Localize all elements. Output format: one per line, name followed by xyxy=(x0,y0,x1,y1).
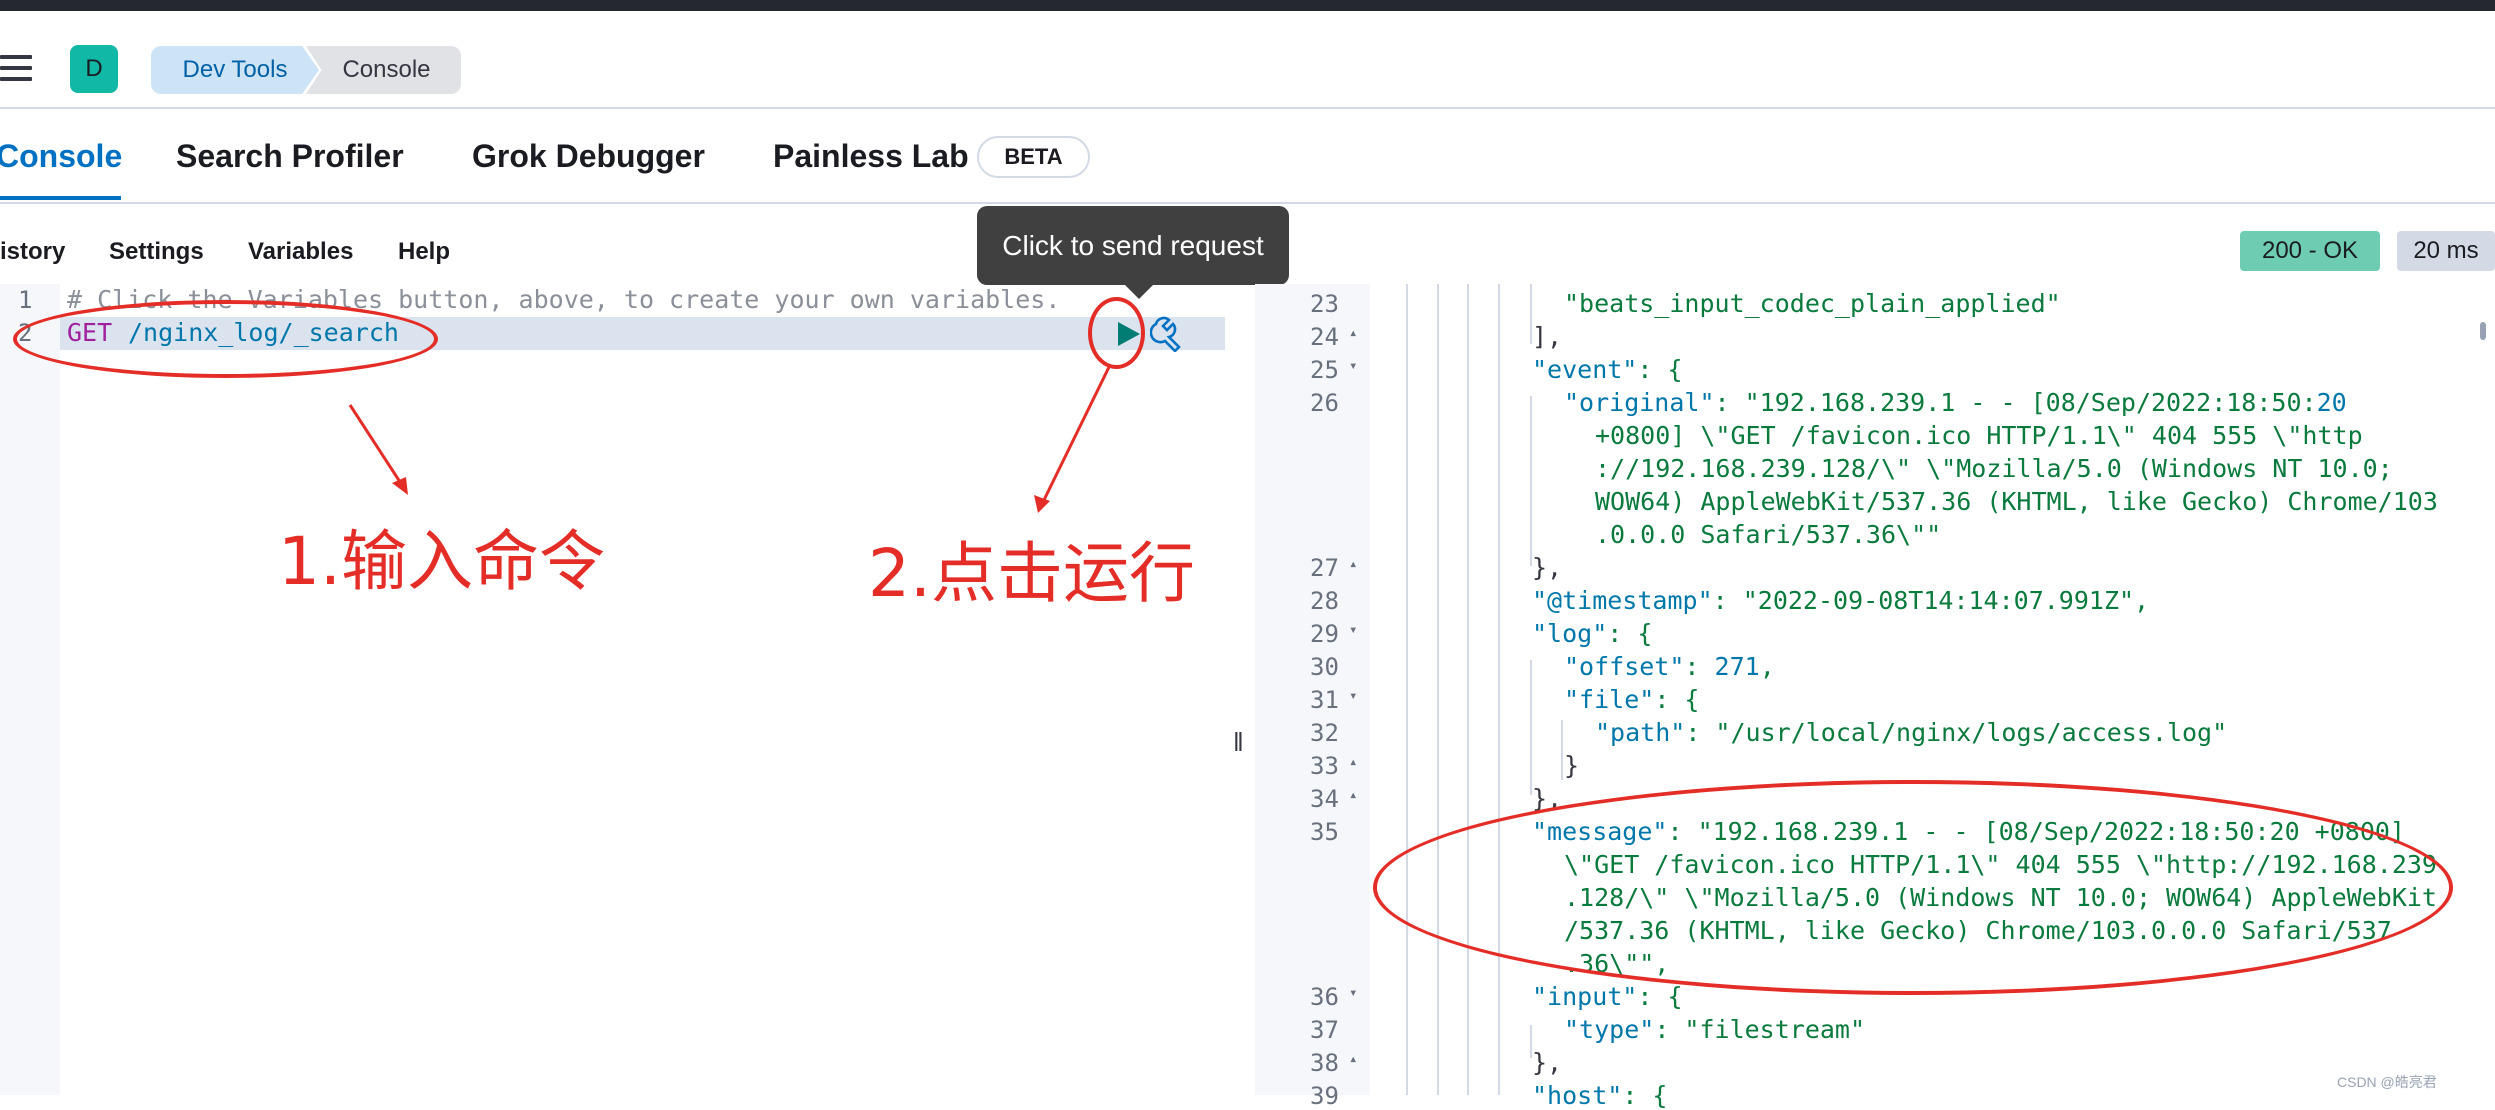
output-line-number: 25 xyxy=(1310,356,1339,384)
output-code-line: "path": "/usr/local/nginx/logs/access.lo… xyxy=(1595,718,2228,747)
beta-badge: BETA xyxy=(977,136,1090,178)
fold-toggle-icon[interactable]: ▾ xyxy=(1349,622,1357,638)
tab-grok-debugger[interactable]: Grok Debugger xyxy=(472,138,705,175)
fold-toggle-icon[interactable]: ▴ xyxy=(1349,1051,1357,1067)
annotation-arrow-1 xyxy=(348,404,408,495)
toolbar-variables[interactable]: Variables xyxy=(248,238,353,266)
output-code-line: "input": { xyxy=(1532,982,1683,1011)
indent-guide xyxy=(1498,284,1500,1095)
top-dark-bar xyxy=(0,0,2495,11)
output-line-number: 30 xyxy=(1310,653,1339,681)
output-line-number: 37 xyxy=(1310,1016,1339,1044)
annotation-step2-text: 2.点击运行 xyxy=(868,535,1195,612)
fold-toggle-icon[interactable]: ▴ xyxy=(1349,556,1357,572)
tab-search-profiler[interactable]: Search Profiler xyxy=(176,138,404,175)
line-number: 1 xyxy=(18,286,33,314)
output-code-line: "original": "192.168.239.1 - - [08/Sep/2… xyxy=(1564,388,2347,417)
send-request-tooltip: Click to send request xyxy=(977,206,1289,299)
tab-console[interactable]: Console xyxy=(0,138,122,175)
output-code-line: } xyxy=(1564,751,1580,780)
indent-guide xyxy=(1530,660,1532,795)
output-code-line: "offset": 271, xyxy=(1564,652,1775,681)
output-code-line: "beats_input_codec_plain_applied" xyxy=(1564,289,2061,318)
toolbar-settings[interactable]: Settings xyxy=(109,238,204,266)
output-line-number: 31 xyxy=(1310,686,1339,714)
output-line-number: 23 xyxy=(1310,290,1339,318)
output-code-line: }, xyxy=(1532,553,1563,582)
fold-toggle-icon[interactable]: ▴ xyxy=(1349,787,1357,803)
output-code-line: ://192.168.239.128/\" \"Mozilla/5.0 (Win… xyxy=(1595,454,2393,483)
output-code-line: "log": { xyxy=(1532,619,1653,648)
editor-gutter xyxy=(0,284,60,1095)
output-line-number: 34 xyxy=(1310,785,1339,813)
breadcrumb-dev-tools[interactable]: Dev Tools xyxy=(151,46,319,94)
output-code-line: "type": "filestream" xyxy=(1564,1015,1866,1044)
annotation-arrow-2 xyxy=(1034,364,1112,513)
output-code-line: "file": { xyxy=(1564,685,1700,714)
active-tab-indicator xyxy=(0,196,121,200)
wrench-icon[interactable] xyxy=(1150,316,1188,352)
splitter-handle-icon[interactable]: ‖ xyxy=(1233,727,1244,758)
output-code-line: .0.0.0 Safari/537.36\"" xyxy=(1595,520,1942,549)
output-line-number: 29 xyxy=(1310,620,1339,648)
toolbar-help[interactable]: Help xyxy=(398,238,450,266)
output-line-number: 27 xyxy=(1310,554,1339,582)
output-line-number: 35 xyxy=(1310,818,1339,846)
hamburger-menu-icon[interactable] xyxy=(0,55,32,81)
indent-guide xyxy=(1437,284,1439,1095)
breadcrumb-console: Console xyxy=(306,46,461,94)
app-header: D Dev Tools Console xyxy=(0,11,2495,109)
output-line-number: 38 xyxy=(1310,1049,1339,1077)
fold-toggle-icon[interactable]: ▾ xyxy=(1349,985,1357,1001)
annotation-ellipse-command xyxy=(13,300,438,378)
dev-tools-tabs: Console Search Profiler Grok Debugger Pa… xyxy=(0,108,2495,204)
output-code-line: }, xyxy=(1532,1048,1563,1077)
indent-guide xyxy=(1561,720,1563,780)
output-code-line: "host": { xyxy=(1532,1081,1668,1110)
output-line-number: 33 xyxy=(1310,752,1339,780)
output-code-line: WOW64) AppleWebKit/537.36 (KHTML, like G… xyxy=(1595,487,2438,516)
fold-toggle-icon[interactable]: ▴ xyxy=(1349,325,1357,341)
request-time-badge: 20 ms xyxy=(2397,231,2495,271)
annotation-step1-text: 1.输入命令 xyxy=(278,523,605,600)
indent-guide xyxy=(1467,284,1469,1095)
space-avatar[interactable]: D xyxy=(70,45,118,93)
output-code-line: "@timestamp": "2022-09-08T14:14:07.991Z"… xyxy=(1532,586,2150,615)
output-line-number: 39 xyxy=(1310,1082,1339,1110)
watermark: CSDN @皓亮君 xyxy=(2337,1074,2437,1090)
annotation-ellipse-message xyxy=(1373,780,2453,995)
output-line-number: 28 xyxy=(1310,587,1339,615)
output-line-number: 26 xyxy=(1310,389,1339,417)
output-scrollbar[interactable] xyxy=(2480,322,2486,340)
indent-guide xyxy=(1530,396,1532,566)
output-line-number: 36 xyxy=(1310,983,1339,1011)
fold-toggle-icon[interactable]: ▴ xyxy=(1349,754,1357,770)
fold-toggle-icon[interactable]: ▾ xyxy=(1349,688,1357,704)
status-badge: 200 - OK xyxy=(2240,231,2380,271)
output-line-number: 32 xyxy=(1310,719,1339,747)
output-code-line: +0800] \"GET /favicon.ico HTTP/1.1\" 404… xyxy=(1595,421,2363,450)
toolbar-history[interactable]: istory xyxy=(0,238,65,266)
output-code-line: ], xyxy=(1532,322,1563,351)
fold-toggle-icon[interactable]: ▾ xyxy=(1349,358,1357,374)
tab-painless-lab[interactable]: Painless Lab xyxy=(773,138,969,175)
output-code-line: "event": { xyxy=(1532,355,1683,384)
output-line-number: 24 xyxy=(1310,323,1339,351)
indent-guide xyxy=(1406,284,1408,1095)
